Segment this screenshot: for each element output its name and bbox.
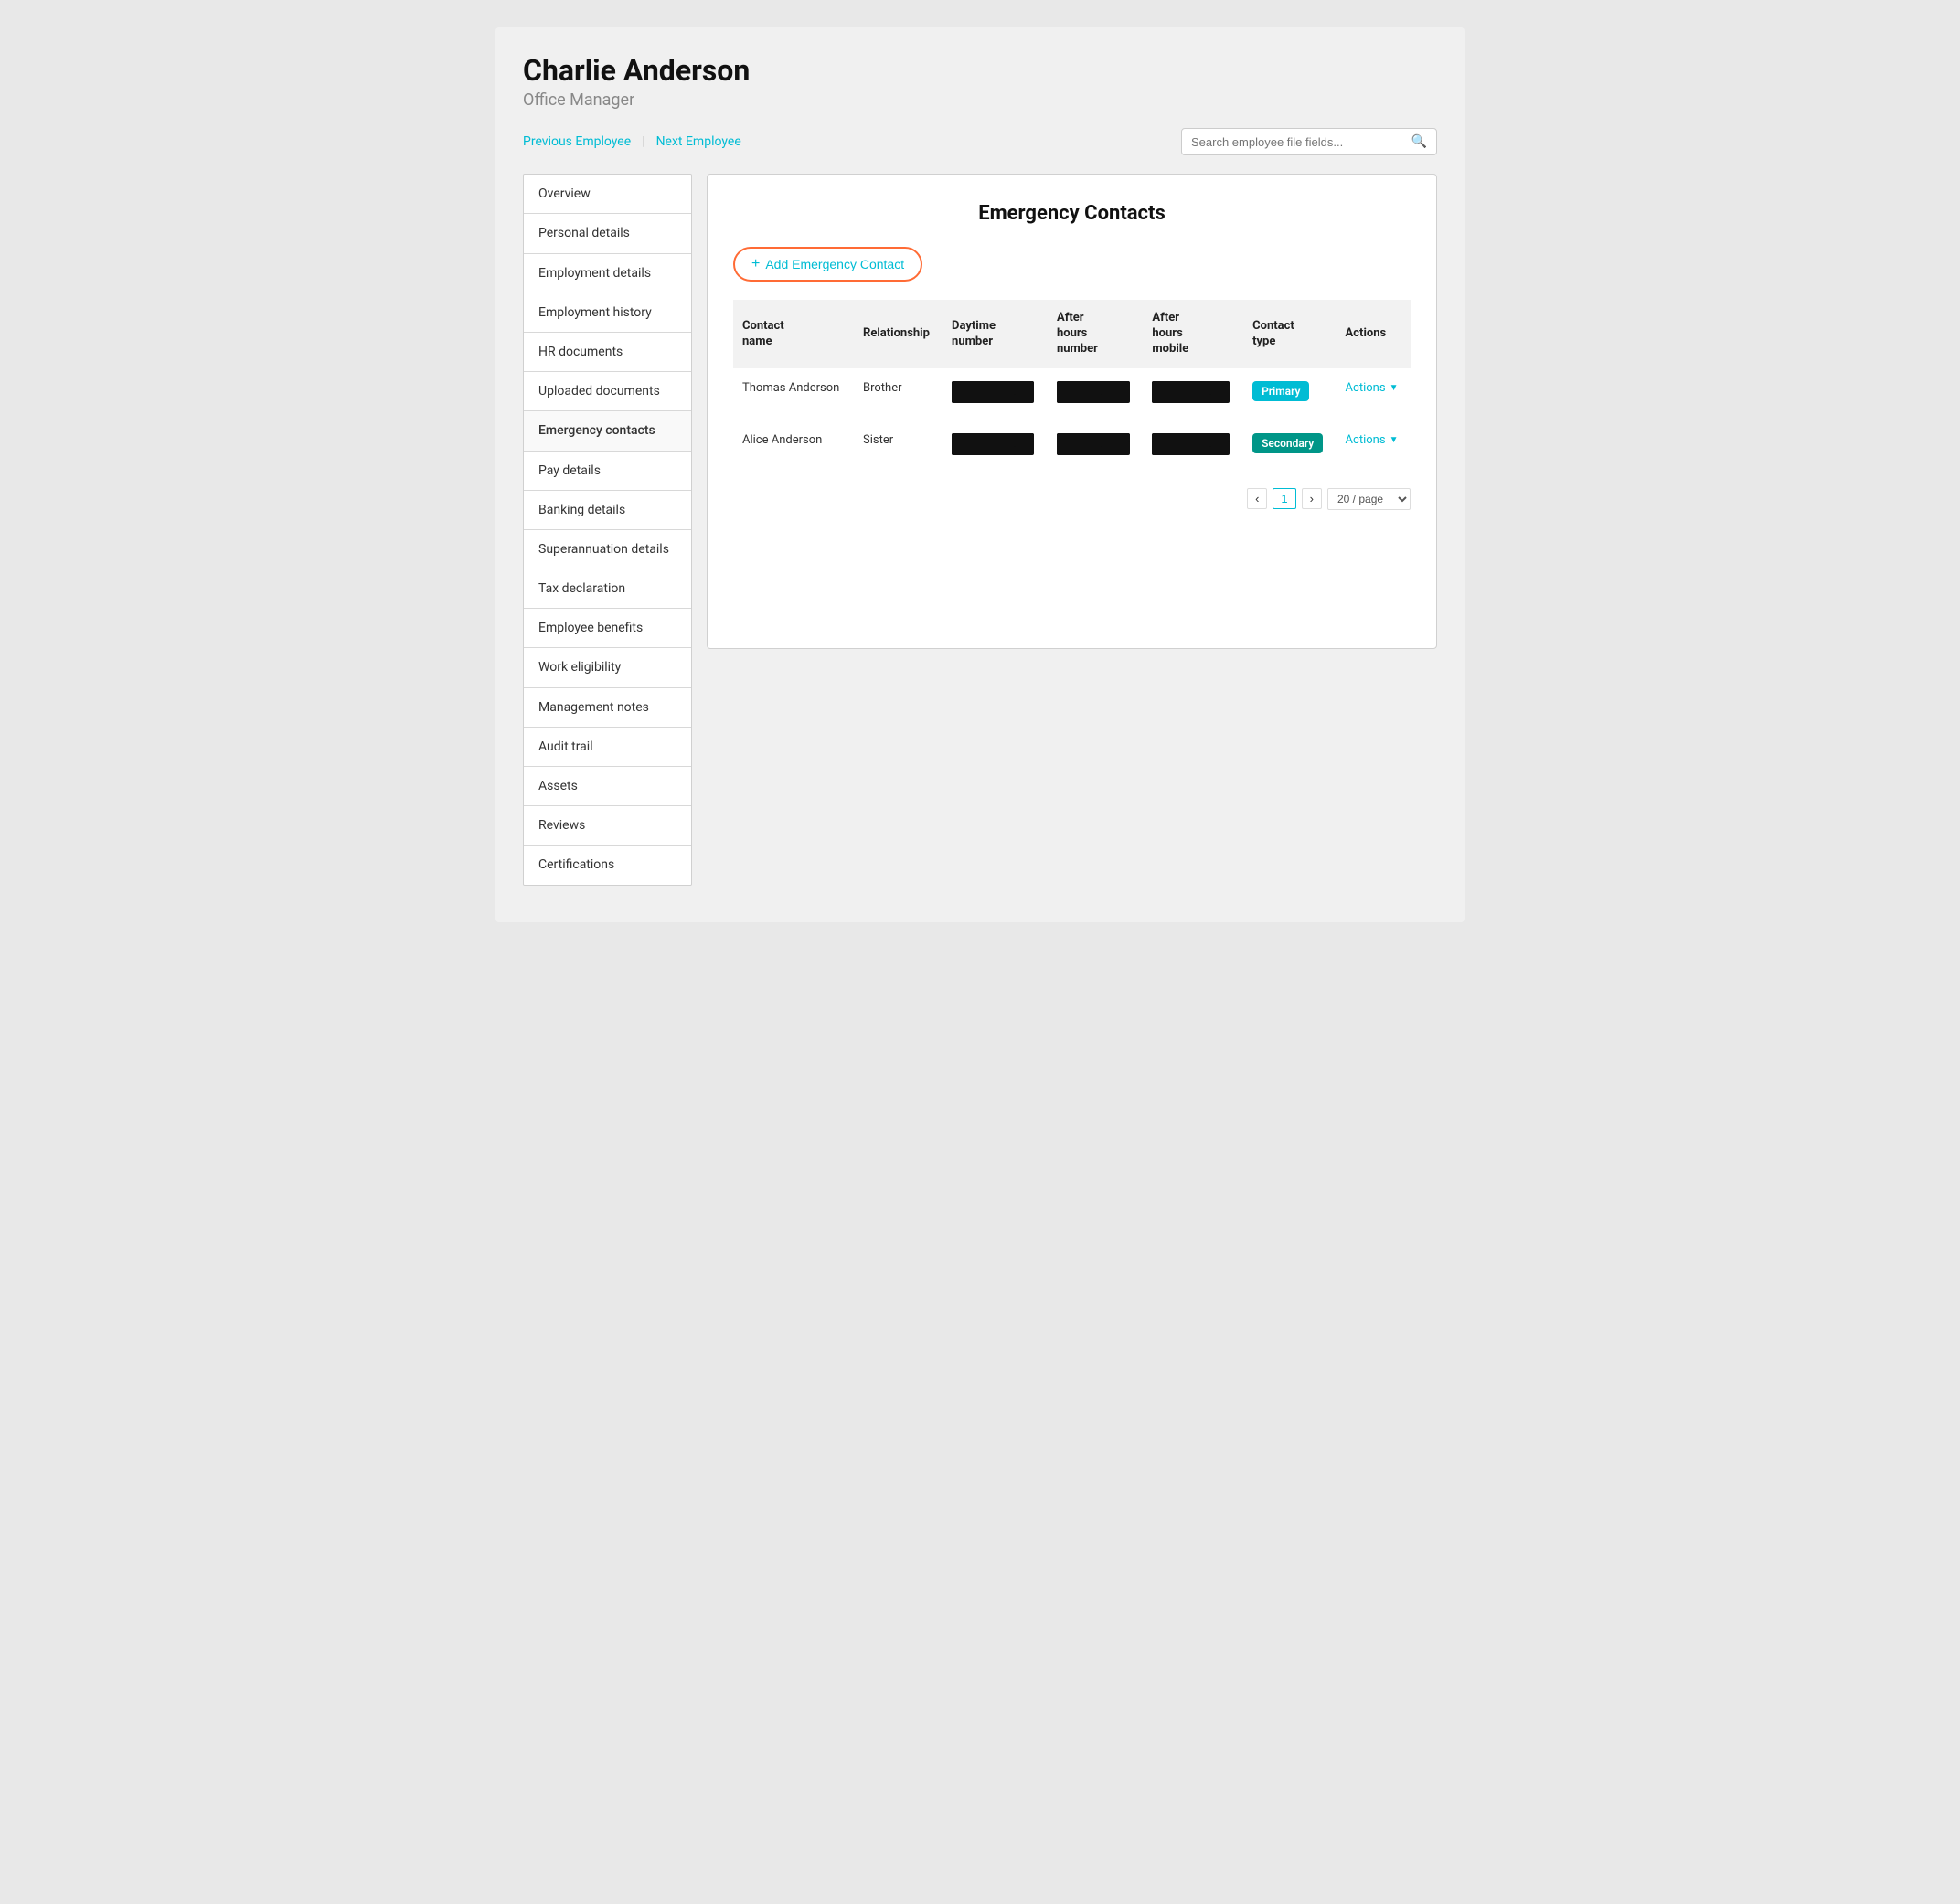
actions-dropdown-2[interactable]: Actions ▼ — [1346, 433, 1399, 447]
next-employee-link[interactable]: Next Employee — [656, 134, 741, 149]
sidebar-item-employment-details[interactable]: Employment details — [524, 254, 691, 293]
table-header-row: Contactname Relationship Daytimenumber A… — [733, 300, 1411, 368]
col-contact-name: Contactname — [733, 300, 854, 368]
sidebar-item-uploaded-documents[interactable]: Uploaded documents — [524, 372, 691, 411]
nav-separator: | — [642, 134, 644, 149]
redacted-ah-number-1 — [1057, 381, 1130, 403]
after-hours-number-cell-2 — [1048, 420, 1143, 472]
sidebar-item-emergency-contacts[interactable]: Emergency contacts — [524, 411, 691, 451]
contact-type-badge-2: Secondary — [1252, 433, 1323, 453]
col-after-hours-mobile: Afterhoursmobile — [1143, 300, 1243, 368]
after-hours-number-cell-1 — [1048, 368, 1143, 420]
nav-links: Previous Employee | Next Employee — [523, 134, 741, 149]
col-after-hours-number: Afterhoursnumber — [1048, 300, 1143, 368]
sidebar-item-personal-details[interactable]: Personal details — [524, 214, 691, 253]
search-container: 🔍 — [1181, 128, 1437, 155]
actions-dropdown-1[interactable]: Actions ▼ — [1346, 381, 1399, 395]
employee-header: Charlie Anderson Office Manager — [523, 55, 1437, 110]
contact-type-cell-1: Primary — [1243, 368, 1336, 420]
chevron-down-icon-2: ▼ — [1390, 435, 1399, 445]
contact-name-cell-2: Alice Anderson — [733, 420, 854, 472]
contact-name-1: Thomas Anderson — [742, 381, 839, 395]
prev-page-button[interactable]: ‹ — [1247, 488, 1267, 509]
search-icon[interactable]: 🔍 — [1411, 134, 1427, 149]
sidebar: Overview Personal details Employment det… — [523, 174, 692, 885]
sidebar-item-assets[interactable]: Assets — [524, 767, 691, 806]
sidebar-item-pay-details[interactable]: Pay details — [524, 452, 691, 491]
chevron-down-icon-1: ▼ — [1390, 383, 1399, 393]
sidebar-item-certifications[interactable]: Certifications — [524, 846, 691, 884]
sidebar-item-banking-details[interactable]: Banking details — [524, 491, 691, 530]
relationship-cell-2: Sister — [854, 420, 943, 472]
plus-icon: + — [751, 256, 760, 272]
sidebar-item-employment-history[interactable]: Employment history — [524, 293, 691, 333]
next-page-button[interactable]: › — [1302, 488, 1322, 509]
previous-employee-link[interactable]: Previous Employee — [523, 134, 631, 149]
contacts-table: Contactname Relationship Daytimenumber A… — [733, 300, 1411, 472]
sidebar-item-employee-benefits[interactable]: Employee benefits — [524, 609, 691, 648]
sidebar-item-reviews[interactable]: Reviews — [524, 806, 691, 846]
sidebar-item-overview[interactable]: Overview — [524, 175, 691, 214]
actions-label-2: Actions — [1346, 433, 1386, 447]
redacted-ah-number-2 — [1057, 433, 1130, 455]
sidebar-item-superannuation-details[interactable]: Superannuation details — [524, 530, 691, 569]
sidebar-item-hr-documents[interactable]: HR documents — [524, 333, 691, 372]
col-actions: Actions — [1337, 300, 1411, 368]
content-area: Emergency Contacts + Add Emergency Conta… — [707, 174, 1437, 649]
actions-cell-1[interactable]: Actions ▼ — [1337, 368, 1411, 420]
redacted-daytime-1 — [952, 381, 1034, 403]
sidebar-item-audit-trail[interactable]: Audit trail — [524, 728, 691, 767]
current-page-button[interactable]: 1 — [1273, 488, 1295, 509]
daytime-number-cell-2 — [943, 420, 1048, 472]
col-daytime-number: Daytimenumber — [943, 300, 1048, 368]
contact-type-cell-2: Secondary — [1243, 420, 1336, 472]
after-hours-mobile-cell-2 — [1143, 420, 1243, 472]
add-button-label: Add Emergency Contact — [765, 257, 904, 271]
employee-name: Charlie Anderson — [523, 55, 1437, 87]
contact-type-badge-1: Primary — [1252, 381, 1309, 401]
relationship-cell-1: Brother — [854, 368, 943, 420]
search-input[interactable] — [1191, 135, 1411, 149]
sidebar-item-work-eligibility[interactable]: Work eligibility — [524, 648, 691, 687]
table-row: Thomas Anderson Brother — [733, 368, 1411, 420]
actions-label-1: Actions — [1346, 381, 1386, 395]
after-hours-mobile-cell-1 — [1143, 368, 1243, 420]
contact-name-2: Alice Anderson — [742, 433, 822, 447]
pagination-bar: ‹ 1 › 20 / page 50 / page 100 / page — [733, 488, 1411, 510]
page-container: Charlie Anderson Office Manager Previous… — [495, 27, 1465, 922]
actions-cell-2[interactable]: Actions ▼ — [1337, 420, 1411, 472]
section-title: Emergency Contacts — [733, 202, 1411, 225]
employee-title: Office Manager — [523, 90, 1437, 110]
col-relationship: Relationship — [854, 300, 943, 368]
sidebar-item-tax-declaration[interactable]: Tax declaration — [524, 569, 691, 609]
sidebar-item-management-notes[interactable]: Management notes — [524, 688, 691, 728]
contact-name-cell: Thomas Anderson — [733, 368, 854, 420]
table-row: Alice Anderson Sister — [733, 420, 1411, 472]
add-emergency-contact-button[interactable]: + Add Emergency Contact — [733, 247, 922, 282]
col-contact-type: Contacttype — [1243, 300, 1336, 368]
nav-bar: Previous Employee | Next Employee 🔍 — [523, 128, 1437, 155]
redacted-ah-mobile-1 — [1152, 381, 1230, 403]
per-page-select[interactable]: 20 / page 50 / page 100 / page — [1327, 488, 1411, 510]
redacted-ah-mobile-2 — [1152, 433, 1230, 455]
main-layout: Overview Personal details Employment det… — [523, 174, 1437, 885]
daytime-number-cell-1 — [943, 368, 1048, 420]
redacted-daytime-2 — [952, 433, 1034, 455]
